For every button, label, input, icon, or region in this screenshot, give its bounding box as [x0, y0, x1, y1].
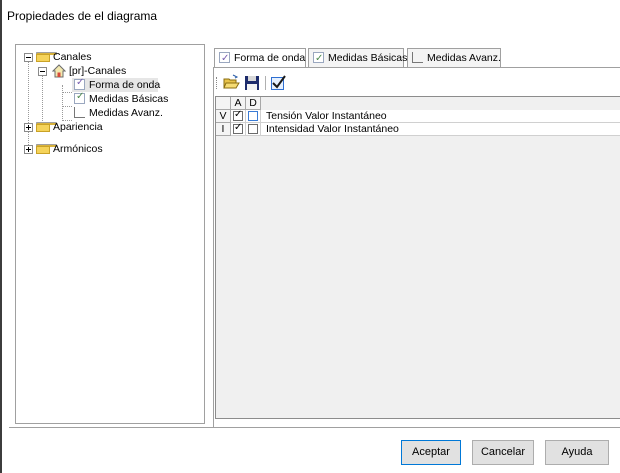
divider [9, 427, 620, 428]
toolbar-separator [265, 76, 266, 90]
tree-connector [62, 85, 64, 121]
save-disk-icon[interactable] [243, 74, 261, 92]
tree-item-apariencia[interactable]: Apariencia [16, 120, 196, 134]
tree-item-label: Medidas Avanz. [89, 107, 163, 119]
check-icon: ✓ [74, 91, 85, 104]
tree-item-label: Medidas Básicas [89, 93, 169, 105]
open-folder-icon[interactable] [222, 74, 240, 92]
row-header[interactable]: V [216, 110, 231, 123]
channels-grid[interactable]: A D V Tensión Valor Instantáneo I Int [215, 96, 620, 419]
folder-icon [36, 122, 57, 132]
folder-icon [36, 144, 57, 154]
help-button[interactable]: Ayuda [545, 440, 609, 465]
accept-button[interactable]: Aceptar [401, 440, 461, 465]
a-checkbox[interactable] [233, 124, 243, 134]
expand-icon[interactable] [24, 123, 33, 132]
waveform-check-icon: ✓ [74, 77, 85, 90]
tab-medidas-basicas[interactable]: Medidas Básicas [308, 48, 408, 68]
tree-item-label: Canales [53, 51, 92, 63]
table-row[interactable]: Tensión Valor Instantáneo [261, 110, 620, 123]
axes-icon [412, 52, 423, 63]
dialog-title: Propiedades de el diagrama [7, 9, 158, 23]
row-header[interactable]: I [216, 123, 231, 136]
folder-icon [36, 52, 57, 62]
tree-panel[interactable]: Canales [pr]-Canales ✓ Forma de onda ✓ M… [15, 44, 205, 424]
tab-content-panel: A D V Tensión Valor Instantáneo I Int [213, 67, 620, 428]
tree-item-label: Armónicos [53, 143, 103, 155]
cancel-button[interactable]: Cancelar [472, 440, 534, 465]
tree-connector [42, 73, 44, 121]
channel-label: Tensión Valor Instantáneo [266, 110, 387, 122]
tree-connector [62, 106, 72, 108]
tree-item-armonicos[interactable]: Armónicos [16, 142, 196, 156]
tree-item-medidas-basicas[interactable]: ✓ Medidas Básicas [72, 91, 172, 106]
house-icon [51, 64, 67, 78]
collapse-icon[interactable] [38, 67, 47, 76]
d-checkbox[interactable] [248, 111, 258, 121]
tree-item-forma-de-onda[interactable]: ✓ Forma de onda [72, 77, 161, 92]
check-icon[interactable] [269, 74, 287, 92]
toolbar-grip[interactable] [216, 77, 219, 89]
collapse-icon[interactable] [24, 53, 33, 62]
tab-label: Forma de onda [234, 52, 306, 64]
tree-connector [62, 92, 72, 94]
axes-icon [74, 107, 85, 118]
channel-label: Intensidad Valor Instantáneo [266, 123, 399, 135]
tree-item-label: Apariencia [53, 121, 103, 133]
dialog-window: Propiedades de el diagrama Canales [pr]-… [0, 0, 620, 473]
d-checkbox[interactable] [248, 124, 258, 134]
waveform-check-icon [219, 49, 230, 68]
tab-label: Medidas Básicas [328, 52, 408, 64]
tab-medidas-avanz[interactable]: Medidas Avanz. [407, 48, 501, 67]
tree-item-label: Forma de onda [89, 79, 161, 91]
expand-icon[interactable] [24, 145, 33, 154]
tree-item-medidas-avanz[interactable]: Medidas Avanz. [72, 106, 172, 120]
column-header-d[interactable]: D [246, 97, 261, 110]
a-checkbox[interactable] [233, 111, 243, 121]
check-icon [313, 49, 324, 68]
window-border [0, 0, 2, 473]
table-cell [246, 123, 261, 136]
tree-item-canales[interactable]: Canales [16, 50, 196, 64]
table-row[interactable]: Intensidad Valor Instantáneo [261, 123, 620, 136]
tab-label: Medidas Avanz. [427, 52, 501, 64]
tab-forma-de-onda[interactable]: Forma de onda [214, 48, 306, 68]
tree-item-pr-canales[interactable]: [pr]-Canales [16, 64, 196, 78]
table-cell [231, 123, 246, 136]
table-cell [246, 110, 261, 123]
grid-corner [216, 97, 231, 110]
